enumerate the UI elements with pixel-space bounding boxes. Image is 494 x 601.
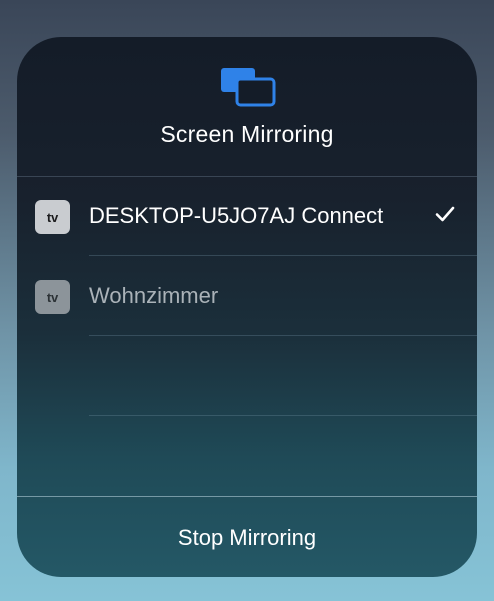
apple-tv-badge-label: tv <box>46 209 59 225</box>
row-divider <box>89 415 477 416</box>
stop-mirroring-button[interactable]: Stop Mirroring <box>17 498 477 577</box>
screen-mirroring-icon <box>221 68 276 107</box>
panel-title: Screen Mirroring <box>160 121 334 147</box>
device-row-desktop[interactable]: tv DESKTOP-U5JO7AJ Connect <box>17 176 477 256</box>
footer-divider <box>17 496 477 497</box>
apple-tv-icon: tv <box>35 280 70 314</box>
device-name: Wohnzimmer <box>89 283 219 308</box>
device-name: DESKTOP-U5JO7AJ Connect <box>89 203 384 228</box>
device-row-wohnzimmer[interactable]: tv Wohnzimmer <box>17 256 477 336</box>
apple-tv-icon: tv <box>35 200 70 234</box>
checkmark-icon <box>435 206 455 222</box>
screen-mirroring-panel: Screen Mirroring tv DESKTOP-U5JO7AJ Conn… <box>17 37 477 577</box>
apple-tv-badge-label: tv <box>46 289 59 305</box>
row-divider <box>89 335 477 336</box>
